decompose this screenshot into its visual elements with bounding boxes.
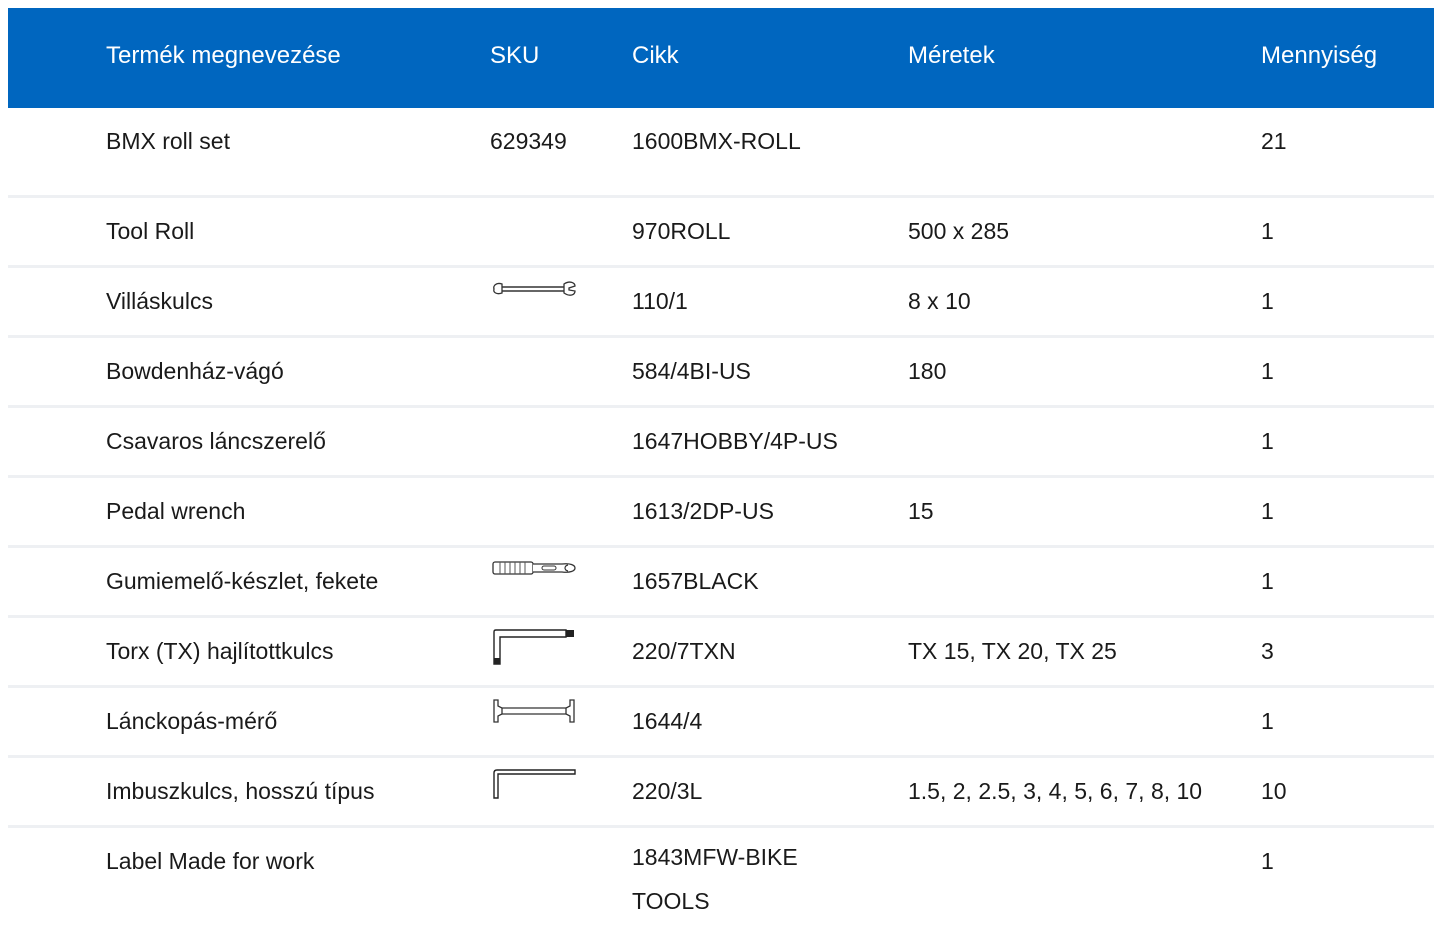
product-name: Bowdenház-vágó — [106, 358, 284, 384]
product-name: Torx (TX) hajlítottkulcs — [106, 638, 334, 664]
open-end-wrench-icon — [492, 278, 576, 306]
table-row: Villáskulcs 110/1 8 x 10 1 — [8, 268, 1434, 338]
table-row: Tool Roll 970ROLL 500 x 285 1 — [8, 198, 1434, 268]
product-cikk: 970ROLL — [632, 218, 731, 244]
table-row: Pedal wrench 1613/2DP-US 15 1 — [8, 478, 1434, 548]
header-name[interactable]: Termék megnevezése — [106, 41, 341, 71]
header-meretek[interactable]: Méretek — [908, 41, 995, 71]
product-cikk: 1647HOBBY/4P-US — [632, 428, 838, 454]
table-row: Imbuszkulcs, hosszú típus 220/3L 1.5, 2,… — [8, 758, 1434, 828]
table-header: Termék megnevezése SKU Cikk Méretek Menn… — [8, 8, 1434, 108]
table-row: Label Made for work 1843MFW-BIKE TOOLS 1 — [8, 828, 1434, 938]
product-name: Pedal wrench — [106, 498, 246, 524]
header-sku[interactable]: SKU — [490, 41, 539, 71]
product-qty: 1 — [1261, 848, 1274, 874]
product-name: Gumiemelő-készlet, fekete — [106, 568, 379, 594]
product-qty: 1 — [1261, 568, 1274, 594]
table-row: Csavaros láncszerelő 1647HOBBY/4P-US 1 — [8, 408, 1434, 478]
product-qty: 1 — [1261, 428, 1274, 454]
product-cikk: 1644/4 — [632, 708, 703, 734]
product-cikk: 1843MFW-BIKE TOOLS — [632, 844, 798, 914]
product-cikk: 584/4BI-US — [632, 358, 751, 384]
product-meretek: 15 — [908, 498, 934, 524]
product-qty: 1 — [1261, 218, 1274, 244]
header-cikk[interactable]: Cikk — [632, 41, 679, 71]
product-qty: 1 — [1261, 288, 1274, 314]
product-cikk: 110/1 — [632, 288, 688, 314]
product-name: Label Made for work — [106, 848, 315, 874]
tire-lever-icon — [492, 558, 576, 586]
torx-key-icon — [492, 628, 576, 668]
product-qty: 1 — [1261, 498, 1274, 524]
product-qty: 1 — [1261, 708, 1274, 734]
product-meretek: TX 15, TX 20, TX 25 — [908, 638, 1117, 664]
hex-key-icon — [492, 768, 576, 800]
product-table: Termék megnevezése SKU Cikk Méretek Menn… — [8, 8, 1434, 938]
product-meretek: 180 — [908, 358, 947, 384]
product-cikk: 1600BMX-ROLL — [632, 128, 801, 154]
product-cikk: 220/3L — [632, 778, 703, 804]
table-row: BMX roll set 629349 1600BMX-ROLL 21 — [8, 108, 1434, 198]
product-name: Imbuszkulcs, hosszú típus — [106, 778, 375, 804]
table-row: Lánckopás-mérő 1644/4 1 — [8, 688, 1434, 758]
product-qty: 10 — [1261, 778, 1287, 804]
product-meretek: 1.5, 2, 2.5, 3, 4, 5, 6, 7, 8, 10 — [908, 778, 1203, 804]
table-row: Gumiemelő-készlet, fekete 1657BLACK 1 — [8, 548, 1434, 618]
product-name: Tool Roll — [106, 218, 195, 244]
product-name: BMX roll set — [106, 128, 230, 154]
product-qty: 1 — [1261, 358, 1274, 384]
product-cikk: 220/7TXN — [632, 638, 736, 664]
product-name: Lánckopás-mérő — [106, 708, 278, 734]
product-meretek: 8 x 10 — [908, 288, 971, 314]
product-name: Villáskulcs — [106, 288, 213, 314]
table-row: Torx (TX) hajlítottkulcs 220/7TXN TX 15,… — [8, 618, 1434, 688]
product-sku: 629349 — [490, 128, 567, 154]
chain-checker-icon — [492, 698, 576, 726]
product-qty: 3 — [1261, 638, 1274, 664]
product-name: Csavaros láncszerelő — [106, 428, 326, 454]
product-cikk: 1613/2DP-US — [632, 498, 774, 524]
header-mennyiseg[interactable]: Mennyiség — [1261, 41, 1377, 71]
table-row: Bowdenház-vágó 584/4BI-US 180 1 — [8, 338, 1434, 408]
product-cikk: 1657BLACK — [632, 568, 759, 594]
product-qty: 21 — [1261, 128, 1287, 154]
product-meretek: 500 x 285 — [908, 218, 1010, 244]
